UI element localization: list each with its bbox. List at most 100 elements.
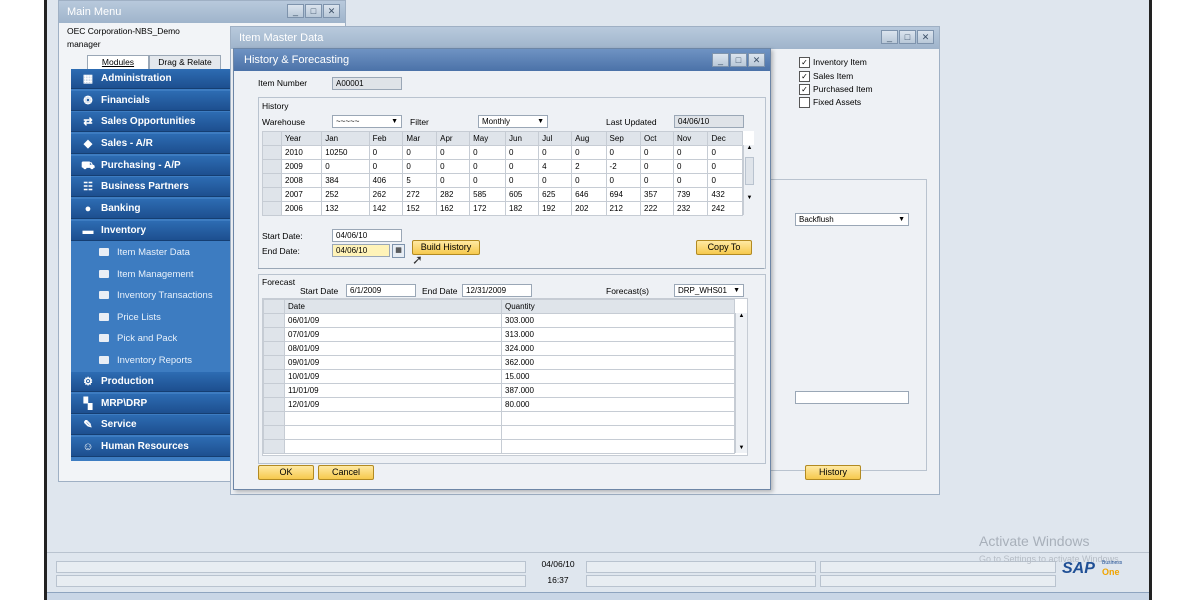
table-cell[interactable]: 132 (321, 201, 370, 216)
table-cell[interactable] (284, 439, 502, 454)
menu-item-banking[interactable]: ● Banking (71, 199, 231, 219)
table-cell[interactable]: 357 (639, 187, 675, 202)
table-cell[interactable]: 0 (402, 145, 438, 160)
table-cell[interactable]: 0 (639, 173, 675, 188)
table-cell[interactable] (284, 425, 502, 440)
table-cell[interactable]: 0 (505, 173, 540, 188)
minimize-icon[interactable]: _ (881, 30, 898, 44)
history-button[interactable]: History (805, 465, 861, 480)
history-col-header[interactable]: Year (280, 131, 323, 146)
table-cell[interactable]: 242 (707, 201, 743, 216)
maximize-icon[interactable]: □ (899, 30, 916, 44)
scroll-down-icon[interactable]: ▼ (744, 195, 755, 201)
table-cell[interactable]: 0 (321, 159, 370, 174)
cancel-button[interactable]: Cancel (318, 465, 374, 480)
warehouse-select[interactable]: ~~~~~ ▼ (332, 115, 402, 128)
row-header-cell[interactable] (263, 313, 285, 328)
table-cell[interactable]: 2007 (280, 187, 323, 202)
history-col-header[interactable]: Dec (707, 131, 743, 146)
table-cell[interactable]: 262 (368, 187, 404, 202)
menu-item-administration[interactable]: ▦ Administration (71, 69, 231, 89)
sub-item-pick-and-pack[interactable]: Pick and Pack (71, 328, 231, 349)
history-scrollbar[interactable]: ▲ ▼ (743, 145, 755, 215)
table-cell[interactable]: 0 (538, 145, 573, 160)
history-table[interactable]: Year Jan Feb Mar Apr May Jun Jul Aug Sep Oct Nov Dec… (262, 131, 743, 216)
table-cell[interactable]: 272 (402, 187, 438, 202)
forecasts-select[interactable]: DRP_WHS01 ▼ (674, 284, 744, 297)
table-cell[interactable]: 252 (321, 187, 370, 202)
filter-select[interactable]: Monthly ▼ (478, 115, 548, 128)
table-cell[interactable]: -2 (605, 159, 642, 174)
menu-item-service[interactable]: ✎ Service (71, 415, 231, 435)
menu-item-financials[interactable]: ❂ Financials (71, 91, 231, 111)
sales-item-checkbox[interactable]: ✓ (799, 71, 810, 82)
minimize-icon[interactable]: _ (287, 4, 304, 18)
table-cell[interactable]: 0 (538, 173, 573, 188)
table-row[interactable]: 07/01/09 313.000 (263, 327, 735, 342)
table-cell[interactable]: 0 (436, 145, 471, 160)
table-cell[interactable]: 07/01/09 (284, 327, 502, 342)
history-col-header[interactable]: Aug (571, 131, 607, 146)
table-row[interactable] (263, 411, 735, 426)
table-cell[interactable]: 0 (707, 173, 743, 188)
maximize-icon[interactable]: □ (730, 53, 747, 67)
table-cell[interactable]: 0 (469, 173, 507, 188)
table-row[interactable] (263, 439, 735, 454)
row-header-cell[interactable] (263, 411, 285, 426)
table-cell[interactable]: 2006 (280, 201, 323, 216)
row-header-cell[interactable] (263, 341, 285, 356)
row-header-cell[interactable] (263, 439, 285, 454)
table-cell[interactable]: 11/01/09 (284, 383, 502, 398)
table-cell[interactable] (501, 411, 735, 426)
forecast-col-header[interactable]: Quantity (501, 299, 735, 314)
table-cell[interactable]: 0 (505, 159, 540, 174)
close-icon[interactable]: ✕ (323, 4, 340, 18)
table-row[interactable]: 2010 10250 0 0 0 0 0 0 0 0 0 0 0 (262, 145, 743, 160)
backflush-select[interactable]: Backflush ▼ (795, 213, 909, 226)
table-cell[interactable]: 0 (673, 173, 709, 188)
sub-item-inventory-reports[interactable]: Inventory Reports (71, 350, 231, 371)
inventory-item-checkbox[interactable]: ✓ (799, 57, 810, 68)
table-cell[interactable] (501, 425, 735, 440)
table-row[interactable]: 2008 384 406 5 0 0 0 0 0 0 0 0 0 (262, 173, 743, 188)
row-header-cell[interactable] (262, 187, 282, 202)
table-row[interactable]: 12/01/09 80.000 (263, 397, 735, 412)
table-cell[interactable]: 12/01/09 (284, 397, 502, 412)
item-text-field[interactable] (795, 391, 909, 404)
history-col-header[interactable]: Sep (605, 131, 642, 146)
table-row[interactable]: 09/01/09 362.000 (263, 355, 735, 370)
table-cell[interactable]: 10/01/09 (284, 369, 502, 384)
table-cell[interactable]: 0 (436, 159, 471, 174)
table-cell[interactable]: 0 (639, 159, 675, 174)
table-cell[interactable]: 222 (639, 201, 675, 216)
history-grid[interactable]: Year Jan Feb Mar Apr May Jun Jul Aug Sep Oct Nov Dec… (262, 131, 755, 216)
copy-to-button[interactable]: Copy To (696, 240, 752, 255)
menu-item-production[interactable]: ⚙ Production (71, 372, 231, 392)
table-cell[interactable]: 646 (571, 187, 607, 202)
table-cell[interactable]: 182 (505, 201, 540, 216)
minimize-icon[interactable]: _ (712, 53, 729, 67)
table-cell[interactable]: 0 (368, 159, 404, 174)
sub-item-inventory-transactions[interactable]: Inventory Transactions (71, 285, 231, 306)
table-cell[interactable]: 232 (673, 201, 709, 216)
table-cell[interactable]: 313.000 (501, 327, 735, 342)
table-cell[interactable]: 0 (605, 145, 642, 160)
table-cell[interactable]: 585 (469, 187, 507, 202)
fixed-assets-checkbox[interactable] (799, 97, 810, 108)
table-cell[interactable]: 80.000 (501, 397, 735, 412)
history-col-header[interactable]: Jun (505, 131, 540, 146)
table-cell[interactable]: 202 (571, 201, 607, 216)
table-row[interactable]: 10/01/09 15.000 (263, 369, 735, 384)
calendar-icon[interactable]: ▦ (392, 244, 405, 258)
scroll-thumb[interactable] (745, 157, 754, 185)
table-cell[interactable]: 0 (571, 145, 607, 160)
history-col-header[interactable]: May (469, 131, 507, 146)
menu-item-business-partners[interactable]: ☷ Business Partners (71, 177, 231, 197)
table-cell[interactable]: 15.000 (501, 369, 735, 384)
menu-item-mrp-drp[interactable]: ▚ MRP\DRP (71, 394, 231, 414)
maximize-icon[interactable]: □ (305, 4, 322, 18)
forecast-scrollbar[interactable]: ▲ ▼ (735, 313, 747, 453)
table-cell[interactable]: 739 (673, 187, 709, 202)
table-cell[interactable]: 282 (436, 187, 471, 202)
table-cell[interactable]: 212 (605, 201, 642, 216)
